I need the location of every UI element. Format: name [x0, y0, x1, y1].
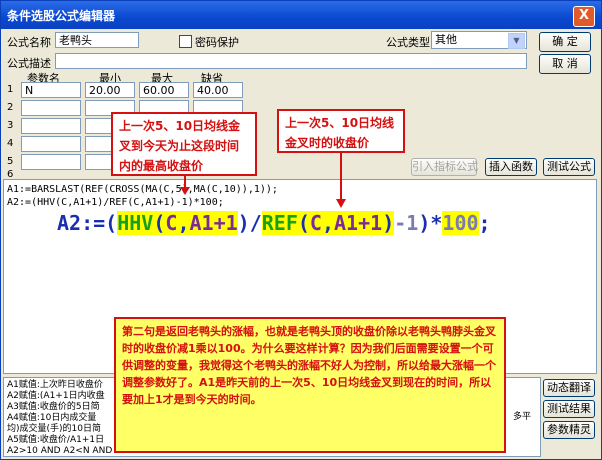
formula-editor-window: 条件选股公式编辑器 X 公式名称 老鸭头 密码保护 公式类型 其他 ▼ 确 定 … [0, 0, 602, 460]
param-tune-button[interactable]: 参数精灵 [543, 421, 595, 439]
annotation-explanation: 第二句是返回老鸭头的涨幅，也就是老鸭头顶的收盘价除以老鸭头鸭脖头金叉时的收盘价减… [114, 317, 506, 453]
arrow-left-head [180, 187, 190, 195]
arrow-right-head [336, 199, 346, 208]
dynamic-translate-button[interactable]: 动态翻译 [543, 379, 595, 397]
test-result-button[interactable]: 测试结果 [543, 400, 595, 418]
status-right-text: 多平 [513, 412, 532, 422]
